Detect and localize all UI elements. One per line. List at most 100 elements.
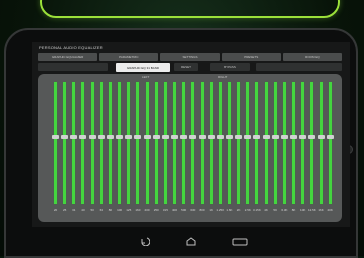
bypass-button[interactable]: BYPASS: [210, 63, 250, 71]
eq-slider-track[interactable]: [227, 82, 231, 204]
eq-slider-track[interactable]: [182, 82, 186, 204]
eq-slider-handle[interactable]: [143, 134, 151, 139]
eq-slider-handle[interactable]: [125, 134, 133, 139]
subtab-graphic-eq-31[interactable]: GRAPHIC EQ 31 BAND: [116, 63, 170, 72]
eq-slider-track[interactable]: [173, 82, 177, 204]
eq-slider-handle[interactable]: [280, 134, 288, 139]
eq-slider-track[interactable]: [99, 82, 103, 204]
eq-band: 16K: [317, 82, 325, 218]
tab-parametric[interactable]: PARAMETRIC: [99, 53, 159, 61]
eq-slider-handle[interactable]: [262, 134, 270, 139]
eq-slider-track[interactable]: [81, 82, 85, 204]
eq-slider-track[interactable]: [246, 82, 250, 204]
eq-slider-track[interactable]: [255, 82, 259, 204]
eq-band: 20: [52, 82, 59, 218]
eq-slider-handle[interactable]: [171, 134, 179, 139]
eq-slider-track[interactable]: [209, 82, 213, 204]
channel-left-label: LEFT: [142, 75, 150, 79]
eq-slider-handle[interactable]: [299, 134, 307, 139]
android-nav-bar: [140, 237, 260, 247]
eq-band: 12.5K: [308, 82, 316, 218]
eq-slider-handle[interactable]: [97, 134, 105, 139]
eq-slider-track[interactable]: [218, 82, 222, 204]
eq-slider-track[interactable]: [273, 82, 277, 204]
eq-slider-handle[interactable]: [271, 134, 279, 139]
eq-slider-handle[interactable]: [70, 134, 78, 139]
eq-slider-handle[interactable]: [116, 134, 124, 139]
header-outline: [40, 0, 340, 18]
eq-slider-handle[interactable]: [216, 134, 224, 139]
eq-band: 10K: [299, 82, 307, 218]
recent-apps-icon[interactable]: [232, 237, 248, 246]
eq-slider-track[interactable]: [145, 82, 149, 204]
eq-slider-handle[interactable]: [253, 134, 261, 139]
eq-slider-track[interactable]: [200, 82, 204, 204]
eq-band: 250: [152, 82, 160, 218]
eq-band: 20K: [326, 82, 334, 218]
eq-band: 3.15K: [253, 82, 261, 218]
eq-slider-handle[interactable]: [225, 134, 233, 139]
reset-button[interactable]: RESET: [174, 63, 198, 71]
eq-slider-handle[interactable]: [61, 134, 69, 139]
eq-slider-handle[interactable]: [198, 134, 206, 139]
eq-slider-track[interactable]: [154, 82, 158, 204]
eq-slider-handle[interactable]: [152, 134, 160, 139]
eq-slider-track[interactable]: [282, 82, 286, 204]
eq-slider-track[interactable]: [127, 82, 131, 204]
eq-slider-track[interactable]: [264, 82, 268, 204]
eq-band: 50: [88, 82, 96, 218]
channel-right-label: RIGHT: [218, 75, 228, 79]
eq-slider-track[interactable]: [54, 82, 57, 204]
eq-slider-handle[interactable]: [106, 134, 114, 139]
tab-room-eq[interactable]: ROOM EQ: [282, 53, 343, 61]
eq-slider-track[interactable]: [310, 82, 314, 204]
eq-slider-track[interactable]: [90, 82, 94, 204]
tab-presets[interactable]: PRESETS: [221, 53, 281, 61]
eq-slider-handle[interactable]: [317, 134, 325, 139]
eq-slider-track[interactable]: [118, 82, 122, 204]
eq-slider-handle[interactable]: [189, 134, 197, 139]
eq-slider-handle[interactable]: [79, 134, 87, 139]
eq-slider-track[interactable]: [63, 82, 67, 204]
eq-slider-handle[interactable]: [235, 134, 243, 139]
tab-settings[interactable]: SETTINGS: [160, 53, 220, 61]
eq-slider-handle[interactable]: [161, 134, 169, 139]
eq-slider-track[interactable]: [237, 82, 241, 204]
band-sliders: 20 25 31 40 50 63 80 100 125 160 200 250 315 400 500 63…: [52, 82, 334, 218]
eq-slider-track[interactable]: [108, 82, 112, 204]
subtab-spacer-left: [38, 63, 108, 71]
eq-band: 200: [143, 82, 151, 218]
tab-graphic-eq[interactable]: GRAPHIC EQUALIZER: [38, 53, 98, 61]
eq-band: 500: [180, 82, 188, 218]
eq-slider-track[interactable]: [72, 82, 76, 204]
eq-slider-handle[interactable]: [88, 134, 96, 139]
band-frequency-label: 20K: [327, 208, 333, 212]
eq-slider-track[interactable]: [136, 82, 140, 204]
eq-slider-track[interactable]: [328, 82, 332, 204]
eq-slider-handle[interactable]: [207, 134, 215, 139]
eq-slider-track[interactable]: [301, 82, 305, 204]
eq-band: 2.5K: [244, 82, 252, 218]
eq-band: 125: [125, 82, 133, 218]
eq-slider-handle[interactable]: [52, 134, 59, 139]
eq-slider-track[interactable]: [292, 82, 296, 204]
eq-slider-handle[interactable]: [134, 134, 142, 139]
eq-band: 8K: [290, 82, 298, 218]
back-icon[interactable]: [140, 237, 150, 246]
eq-band: 40: [79, 82, 87, 218]
eq-band: 800: [198, 82, 206, 218]
eq-slider-track[interactable]: [319, 82, 323, 204]
eq-band: 31: [70, 82, 78, 218]
eq-band: 100: [116, 82, 124, 218]
eq-slider-track[interactable]: [163, 82, 167, 204]
app-title: PERSONAL AUDIO EQUALIZER: [39, 45, 103, 50]
eq-slider-handle[interactable]: [244, 134, 252, 139]
tab-bar: GRAPHIC EQUALIZER PARAMETRIC SETTINGS PR…: [38, 53, 343, 61]
eq-slider-handle[interactable]: [180, 134, 188, 139]
eq-slider-handle[interactable]: [326, 134, 334, 139]
eq-slider-track[interactable]: [191, 82, 195, 204]
eq-slider-handle[interactable]: [308, 134, 316, 139]
eq-band: 2K: [235, 82, 243, 218]
eq-slider-handle[interactable]: [290, 134, 298, 139]
home-icon[interactable]: [186, 237, 196, 246]
